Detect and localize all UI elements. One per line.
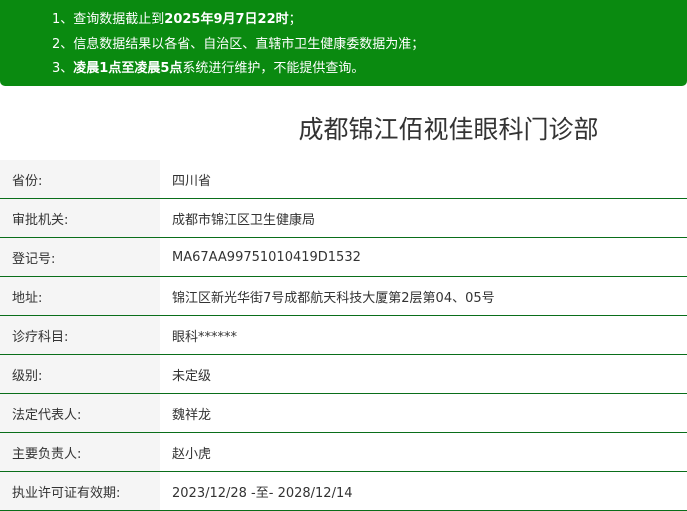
table-row: 诊疗科目: 眼科****** — [0, 315, 687, 355]
row-value-province: 四川省 — [160, 160, 687, 199]
row-label-departments: 诊疗科目: — [0, 315, 160, 355]
row-label-level: 级别: — [0, 354, 160, 394]
notice-line-3-suffix: 系统进行维护，不能提供查询。 — [182, 61, 365, 76]
notice-banner: 1、查询数据截止到2025年9月7日22时； 2、信息数据结果以各省、自治区、直… — [0, 0, 687, 86]
row-label-principal: 主要负责人: — [0, 432, 160, 472]
info-table: 省份: 四川省 审批机关: 成都市锦江区卫生健康局 登记号: MA67AA997… — [0, 160, 687, 511]
row-label-approval-authority: 审批机关: — [0, 198, 160, 238]
row-value-level: 未定级 — [160, 354, 687, 394]
row-label-address: 地址: — [0, 276, 160, 316]
notice-line-3: 3、凌晨1点至凌晨5点系统进行维护，不能提供查询。 — [52, 57, 687, 82]
table-row: 登记号: MA67AA99751010419D1532 — [0, 237, 687, 277]
org-title: 成都锦江佰视佳眼科门诊部 — [298, 115, 599, 144]
row-value-approval-authority: 成都市锦江区卫生健康局 — [160, 198, 687, 238]
row-value-departments: 眼科****** — [160, 315, 687, 355]
notice-line-2: 2、信息数据结果以各省、自治区、直辖市卫生健康委数据为准； — [52, 36, 425, 52]
table-row: 审批机关: 成都市锦江区卫生健康局 — [0, 198, 687, 238]
row-value-address: 锦江区新光华街7号成都航天科技大厦第2层第04、05号 — [160, 276, 687, 316]
row-label-legal-rep: 法定代表人: — [0, 393, 160, 433]
notice-line-1: 1、查询数据截止到2025年9月7日22时； — [52, 8, 687, 33]
table-row: 法定代表人: 魏祥龙 — [0, 393, 687, 433]
table-row: 级别: 未定级 — [0, 354, 687, 394]
table-row: 省份: 四川省 — [0, 160, 687, 199]
table-row: 主要负责人: 赵小虎 — [0, 432, 687, 472]
notice-line-1-prefix: 1、查询数据截止到 — [52, 12, 165, 27]
row-value-principal: 赵小虎 — [160, 432, 687, 472]
row-value-legal-rep: 魏祥龙 — [160, 393, 687, 433]
row-value-license-validity: 2023/12/28 -至- 2028/12/14 — [160, 471, 687, 511]
row-value-registration-no: MA67AA99751010419D1532 — [160, 237, 687, 277]
table-row: 执业许可证有效期: 2023/12/28 -至- 2028/12/14 — [0, 471, 687, 511]
table-row: 地址: 锦江区新光华街7号成都航天科技大厦第2层第04、05号 — [0, 276, 687, 316]
notice-line-1-suffix: ； — [288, 12, 302, 27]
notice-line-3-prefix: 3、 — [52, 61, 74, 76]
row-label-license-validity: 执业许可证有效期: — [0, 471, 160, 511]
notice-cutoff-time: 2025年9月7日22时 — [164, 12, 289, 27]
notice-maintenance-window: 凌晨1点至凌晨5点 — [73, 61, 183, 76]
row-label-registration-no: 登记号: — [0, 237, 160, 277]
row-label-province: 省份: — [0, 160, 160, 199]
